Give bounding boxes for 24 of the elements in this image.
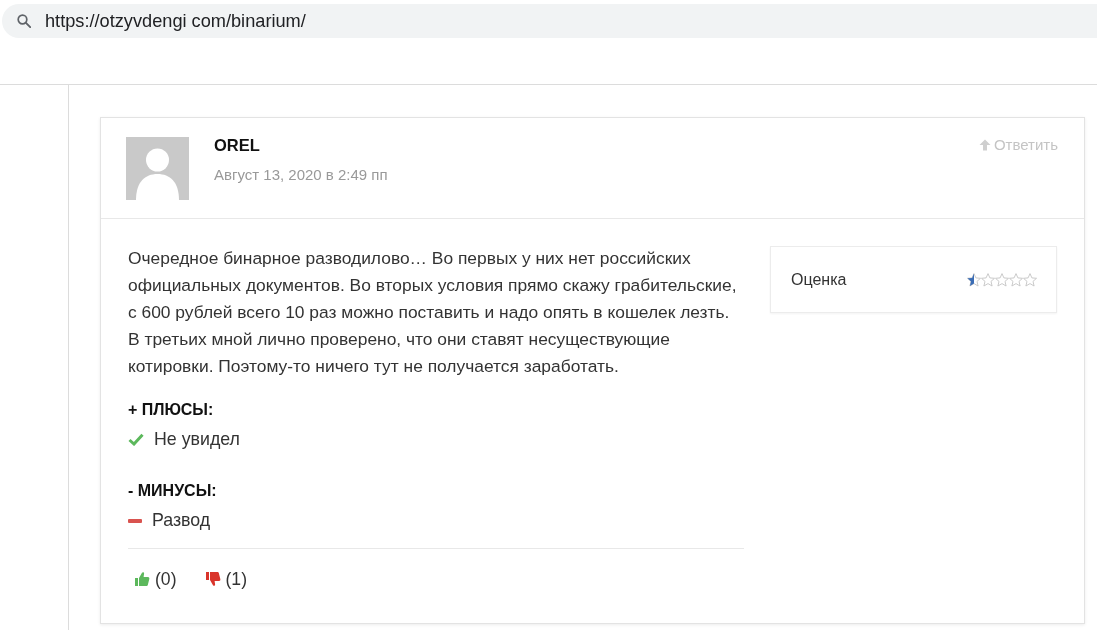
star-outline-icon — [995, 272, 1009, 287]
con-item: Развод — [152, 509, 211, 532]
thumbs-down-icon — [204, 571, 221, 587]
comment-text: Очередное бинарное разводилово… Во первых у них нет российских официальных документов. Во вторых условия прямо скажу грабительские, с 600 рублей всего 10 раз можно поставить и надо опять в кошелек лезть. В третьих мной лично проверено, что они ставят несуществующие котировки. Поэтому-то ничего тут не получается заработать. — [128, 247, 738, 378]
cons-heading: - МИНУСЫ: — [128, 481, 218, 501]
thumbs-up-icon — [134, 571, 150, 587]
user-avatar-icon — [126, 137, 189, 200]
arrow-up-icon — [978, 139, 991, 151]
search-icon — [17, 14, 31, 28]
url-text: https://otzyvdengi com/binarium/ — [45, 10, 306, 32]
like-button[interactable]: (0) — [134, 567, 177, 591]
star-outline-icon — [981, 272, 995, 287]
author-name: OREL — [214, 135, 261, 155]
address-bar[interactable]: https://otzyvdengi com/binarium/ — [2, 4, 1097, 38]
check-icon — [128, 433, 144, 446]
minus-icon — [128, 518, 142, 523]
pro-item: Не увидел — [154, 428, 240, 451]
star-outline-icon — [1023, 272, 1037, 287]
dislike-button[interactable]: (1) — [204, 567, 248, 591]
half-star-icon — [967, 272, 981, 287]
star-outline-icon — [1009, 272, 1023, 287]
pros-heading: + ПЛЮСЫ: — [128, 400, 215, 420]
comment-date: Август 13, 2020 в 2:49 пп — [214, 165, 388, 185]
rating-label: Оценка — [791, 269, 847, 290]
